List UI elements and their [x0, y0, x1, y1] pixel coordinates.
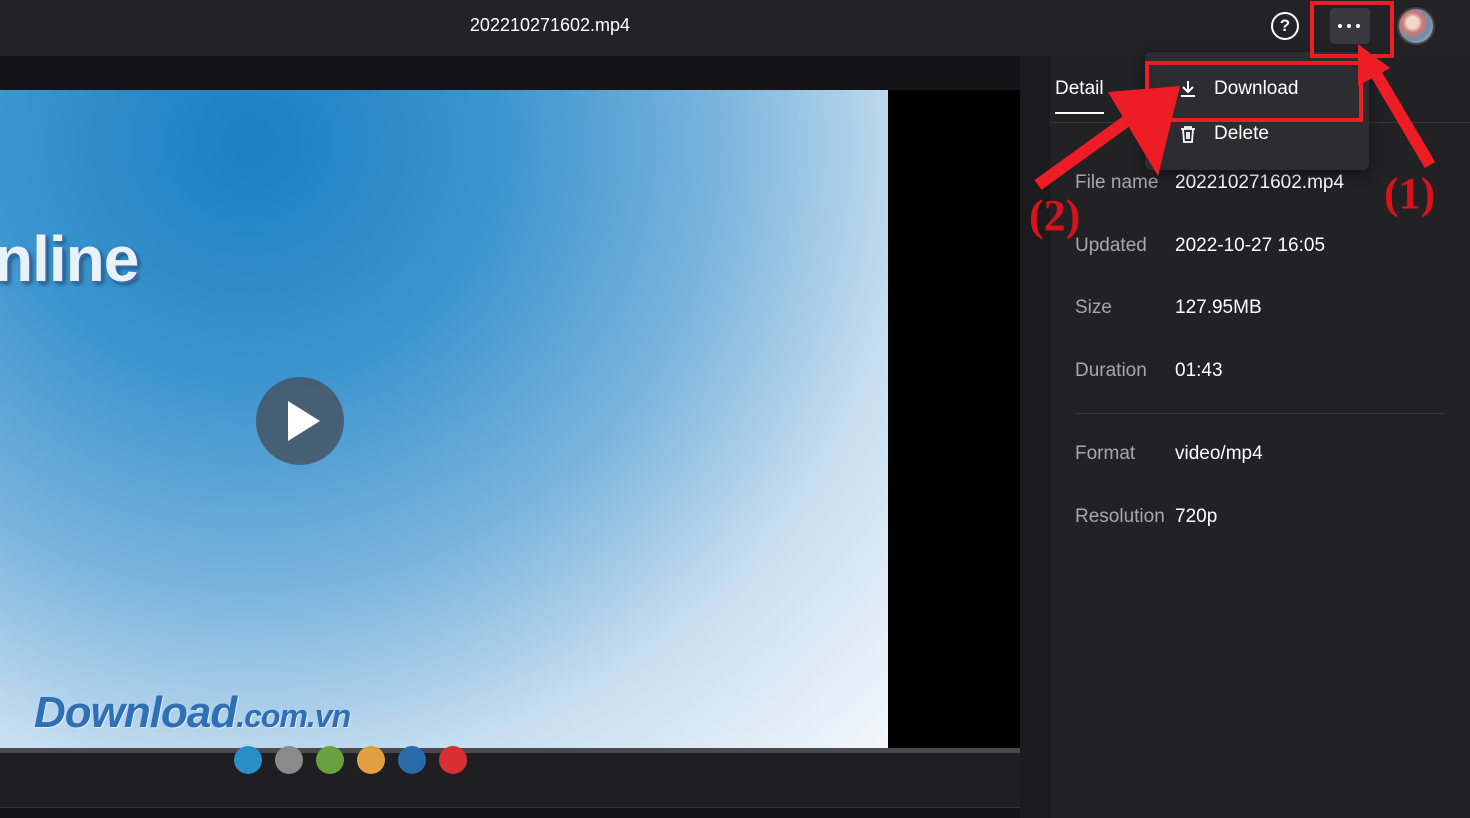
detail-row-format: Format video/mp4 [1075, 443, 1263, 465]
highlight-download-item [1145, 61, 1363, 122]
detail-label: File name [1075, 172, 1159, 193]
video-letterbox [888, 90, 1020, 750]
watermark-dot [316, 746, 344, 774]
detail-value: video/mp4 [1175, 443, 1263, 464]
highlight-more-button [1310, 1, 1394, 58]
help-icon[interactable]: ? [1271, 12, 1299, 40]
detail-row-file-name: File name 202210271602.mp4 [1075, 172, 1344, 194]
detail-row-resolution: Resolution 720p [1075, 506, 1217, 528]
detail-label: Size [1075, 297, 1112, 318]
menu-item-label: Delete [1214, 123, 1269, 144]
video-overlay-text: nline [0, 223, 139, 295]
watermark-dot [398, 746, 426, 774]
file-title: 202210271602.mp4 [469, 15, 631, 35]
detail-row-updated: Updated 2022-10-27 16:05 [1075, 235, 1325, 257]
detail-value: 127.95MB [1175, 297, 1262, 318]
watermark-dots [234, 746, 467, 774]
play-icon[interactable] [256, 377, 344, 465]
annotation-step-1: (1) [1384, 169, 1436, 218]
menu-item-delete[interactable]: Delete [1178, 123, 1269, 145]
detail-value: 202210271602.mp4 [1175, 172, 1345, 193]
watermark-dot [275, 746, 303, 774]
avatar[interactable] [1397, 7, 1435, 45]
detail-label: Duration [1075, 360, 1147, 381]
trash-icon [1181, 126, 1195, 143]
detail-value: 720p [1175, 506, 1218, 527]
annotation-step-2: (2) [1029, 191, 1081, 240]
detail-value: 2022-10-27 16:05 [1175, 235, 1326, 256]
top-bar: 202210271602.mp4 ? [0, 0, 1470, 56]
detail-row-size: Size 127.95MB [1075, 297, 1262, 319]
detail-row-duration: Duration 01:43 [1075, 360, 1223, 382]
watermark-dot [357, 746, 385, 774]
watermark-dot [234, 746, 262, 774]
tab-detail[interactable]: Detail [1055, 78, 1104, 114]
watermark-dot [439, 746, 467, 774]
player-controls [0, 753, 1020, 808]
detail-label: Resolution [1075, 506, 1165, 527]
detail-label: Format [1075, 443, 1136, 464]
detail-label: Updated [1075, 235, 1147, 256]
detail-divider [1075, 413, 1445, 414]
video-player[interactable]: nline Download.com.vn [0, 90, 888, 750]
watermark-logo: Download.com.vn [34, 688, 351, 737]
video-area: nline Download.com.vn [0, 56, 1020, 818]
detail-value: 01:43 [1175, 360, 1223, 381]
